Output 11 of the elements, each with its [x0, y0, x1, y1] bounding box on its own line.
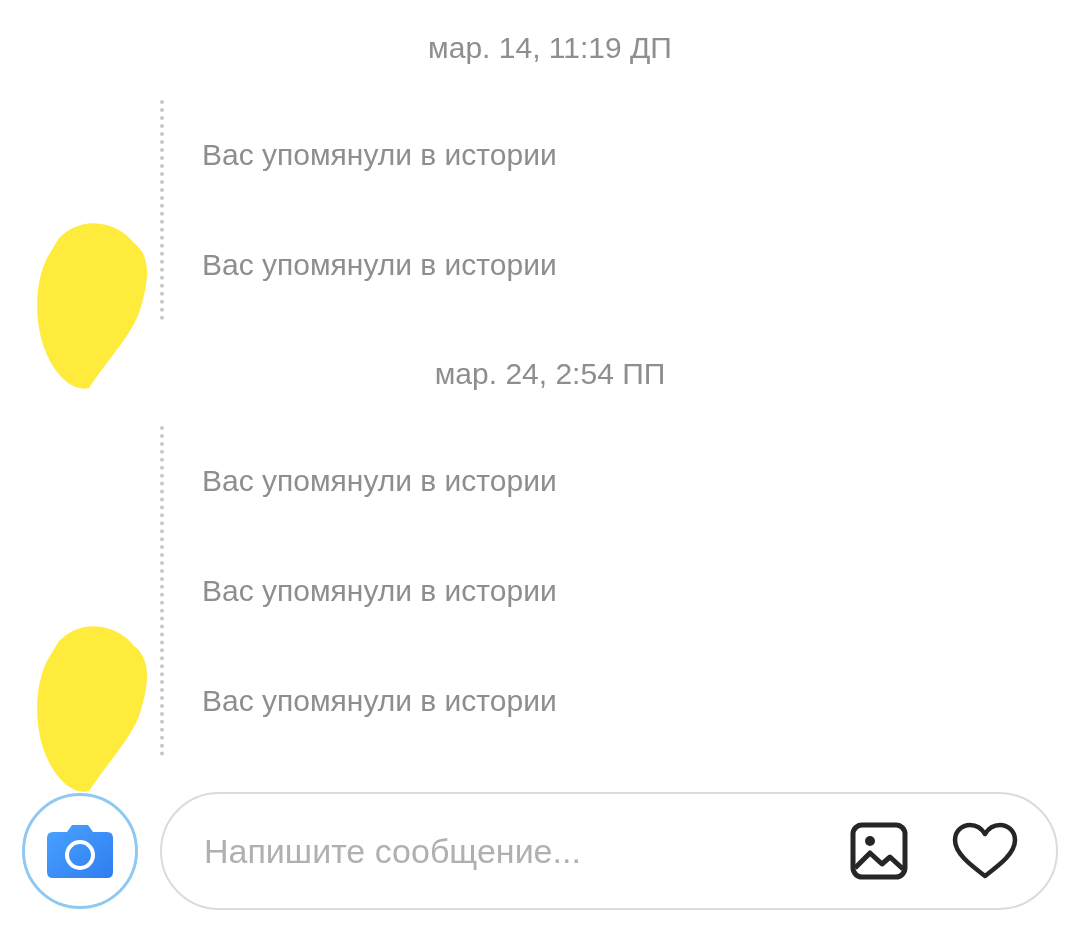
story-mention-message: Вас упомянули в истории [202, 684, 557, 718]
story-mention-message: Вас упомянули в истории [202, 574, 557, 608]
story-mention-message: Вас упомянули в истории [202, 464, 557, 498]
heart-icon[interactable] [952, 822, 1018, 880]
image-icon[interactable] [850, 822, 908, 880]
camera-icon [47, 824, 113, 878]
message-input[interactable]: Напишите сообщение... [202, 830, 806, 872]
date-divider: мар. 24, 2:54 ПП [434, 357, 666, 391]
story-mention-message: Вас упомянули в истории [202, 248, 557, 282]
story-mention-message: Вас упомянули в истории [202, 138, 557, 172]
date-divider: мар. 14, 11:19 ДП [428, 31, 672, 65]
